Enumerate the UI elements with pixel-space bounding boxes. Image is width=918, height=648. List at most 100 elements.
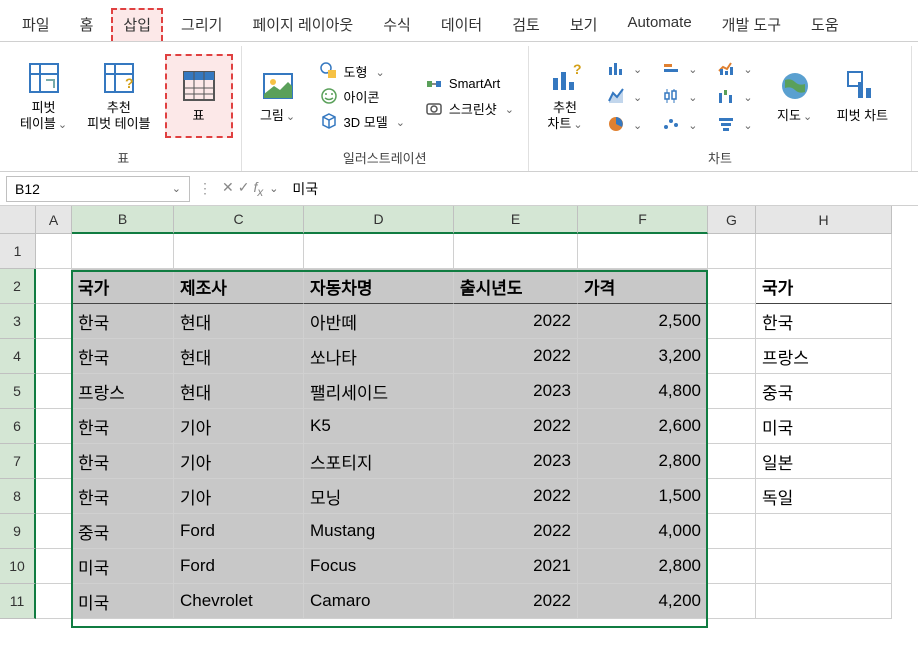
cell-B10[interactable]: 미국	[72, 549, 174, 584]
col-header-H[interactable]: H	[756, 206, 892, 234]
cell-A2[interactable]	[36, 269, 72, 304]
scatter-chart-button[interactable]	[662, 115, 697, 133]
pie-chart-button[interactable]	[607, 115, 642, 133]
cell-G5[interactable]	[708, 374, 756, 409]
tab-review[interactable]: 검토	[500, 8, 552, 41]
cell-F8[interactable]: 1,500	[578, 479, 708, 514]
cell-C11[interactable]: Chevrolet	[174, 584, 304, 619]
cell-E4[interactable]: 2022	[454, 339, 578, 374]
cell-A6[interactable]	[36, 409, 72, 444]
cell-C5[interactable]: 현대	[174, 374, 304, 409]
cell-E11[interactable]: 2022	[454, 584, 578, 619]
3d-model-button[interactable]: 3D 모델	[320, 112, 405, 131]
screenshot-button[interactable]: 스크린샷	[425, 99, 514, 118]
cell-E10[interactable]: 2021	[454, 549, 578, 584]
cell-E8[interactable]: 2022	[454, 479, 578, 514]
cell-G4[interactable]	[708, 339, 756, 374]
cell-F5[interactable]: 4,800	[578, 374, 708, 409]
row-header-11[interactable]: 11	[0, 584, 36, 619]
cell-G6[interactable]	[708, 409, 756, 444]
enter-icon[interactable]: ✓	[238, 179, 250, 199]
cell-F4[interactable]: 3,200	[578, 339, 708, 374]
cell-H8[interactable]: 독일	[756, 479, 892, 514]
name-box-arrow-icon[interactable]: ⌄	[172, 182, 181, 195]
cell-D5[interactable]: 팰리세이드	[304, 374, 454, 409]
combo-chart-button[interactable]	[717, 59, 752, 77]
cell-B11[interactable]: 미국	[72, 584, 174, 619]
select-all-corner[interactable]	[0, 206, 36, 234]
cell-B6[interactable]: 한국	[72, 409, 174, 444]
cancel-icon[interactable]: ✕	[222, 179, 234, 199]
hierarchy-chart-button[interactable]	[607, 87, 642, 105]
funnel-chart-button[interactable]	[717, 115, 752, 133]
cell-E7[interactable]: 2023	[454, 444, 578, 479]
recommended-pivot-button[interactable]: ? 추천 피벗 테이블	[81, 56, 156, 135]
pivot-chart-button[interactable]: 피벗 차트	[831, 64, 894, 128]
row-header-5[interactable]: 5	[0, 374, 36, 409]
cell-D3[interactable]: 아반떼	[304, 304, 454, 339]
cell-B8[interactable]: 한국	[72, 479, 174, 514]
cell-A5[interactable]	[36, 374, 72, 409]
cell-C7[interactable]: 기아	[174, 444, 304, 479]
col-header-E[interactable]: E	[454, 206, 578, 234]
formula-input[interactable]: 미국	[284, 175, 918, 203]
cell-C1[interactable]	[174, 234, 304, 269]
cell-H7[interactable]: 일본	[756, 444, 892, 479]
cell-H5[interactable]: 중국	[756, 374, 892, 409]
cell-G2[interactable]	[708, 269, 756, 304]
cell-B1[interactable]	[72, 234, 174, 269]
cell-H2[interactable]: 국가	[756, 269, 892, 304]
cell-H10[interactable]	[756, 549, 892, 584]
cell-E9[interactable]: 2022	[454, 514, 578, 549]
cell-H3[interactable]: 한국	[756, 304, 892, 339]
cell-F10[interactable]: 2,800	[578, 549, 708, 584]
cell-H9[interactable]	[756, 514, 892, 549]
cell-G3[interactable]	[708, 304, 756, 339]
icons-button[interactable]: 아이콘	[320, 87, 405, 106]
col-header-A[interactable]: A	[36, 206, 72, 234]
row-header-4[interactable]: 4	[0, 339, 36, 374]
cell-F7[interactable]: 2,800	[578, 444, 708, 479]
tab-formulas[interactable]: 수식	[371, 8, 423, 41]
tab-file[interactable]: 파일	[10, 8, 62, 41]
cell-F2[interactable]: 가격	[578, 269, 708, 304]
cell-A11[interactable]	[36, 584, 72, 619]
row-header-9[interactable]: 9	[0, 514, 36, 549]
tab-draw[interactable]: 그리기	[169, 8, 234, 41]
cell-A7[interactable]	[36, 444, 72, 479]
cell-H11[interactable]	[756, 584, 892, 619]
cell-A10[interactable]	[36, 549, 72, 584]
tab-automate[interactable]: Automate	[615, 8, 703, 41]
cell-A3[interactable]	[36, 304, 72, 339]
cell-C9[interactable]: Ford	[174, 514, 304, 549]
recommended-chart-button[interactable]: ? 추천 차트	[537, 56, 593, 136]
row-header-3[interactable]: 3	[0, 304, 36, 339]
cell-C2[interactable]: 제조사	[174, 269, 304, 304]
cell-E5[interactable]: 2023	[454, 374, 578, 409]
cell-E6[interactable]: 2022	[454, 409, 578, 444]
cell-D2[interactable]: 자동차명	[304, 269, 454, 304]
cell-D4[interactable]: 쏘나타	[304, 339, 454, 374]
cell-C3[interactable]: 현대	[174, 304, 304, 339]
col-header-C[interactable]: C	[174, 206, 304, 234]
tab-view[interactable]: 보기	[558, 8, 610, 41]
cell-A4[interactable]	[36, 339, 72, 374]
cell-E1[interactable]	[454, 234, 578, 269]
tab-insert[interactable]: 삽입	[111, 8, 163, 41]
cell-D8[interactable]: 모닝	[304, 479, 454, 514]
statistic-chart-button[interactable]	[662, 87, 697, 105]
cell-F6[interactable]: 2,600	[578, 409, 708, 444]
cell-E3[interactable]: 2022	[454, 304, 578, 339]
cell-G11[interactable]	[708, 584, 756, 619]
row-header-6[interactable]: 6	[0, 409, 36, 444]
row-header-10[interactable]: 10	[0, 549, 36, 584]
cell-B7[interactable]: 한국	[72, 444, 174, 479]
cell-D7[interactable]: 스포티지	[304, 444, 454, 479]
tab-pagelayout[interactable]: 페이지 레이아웃	[240, 8, 365, 41]
pictures-button[interactable]: 그림	[250, 64, 306, 128]
cell-G1[interactable]	[708, 234, 756, 269]
column-chart-button[interactable]	[607, 59, 642, 77]
map-button[interactable]: 지도	[767, 64, 823, 128]
tab-help[interactable]: 도움	[799, 8, 851, 41]
cell-B5[interactable]: 프랑스	[72, 374, 174, 409]
